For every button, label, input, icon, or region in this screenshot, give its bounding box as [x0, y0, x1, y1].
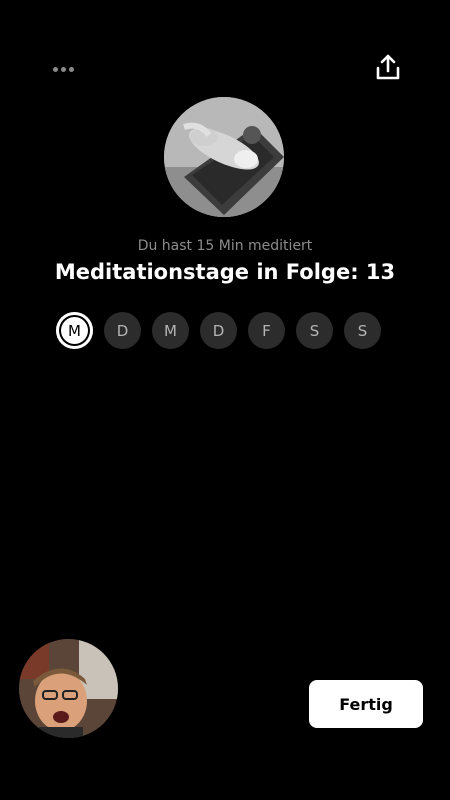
share-button[interactable]: [372, 52, 404, 84]
day-circle-sat: S: [296, 312, 333, 349]
streak-title: Meditationstage in Folge: 13: [54, 260, 396, 284]
user-photo-image: [19, 639, 118, 738]
day-circle-fri: F: [248, 312, 285, 349]
day-circle-sun: S: [344, 312, 381, 349]
day-circle-thu: D: [200, 312, 237, 349]
meditation-duration-text: Du hast 15 Min meditiert: [137, 238, 313, 254]
dog-photo-image: [164, 97, 284, 217]
day-circle-tue: D: [104, 312, 141, 349]
user-avatar[interactable]: [19, 639, 118, 738]
done-button[interactable]: Fertig: [309, 680, 423, 728]
day-circle-mon: M: [56, 312, 93, 349]
share-icon: [376, 54, 400, 80]
session-photo: [164, 97, 284, 217]
week-days-row: M D M D F S S: [56, 312, 381, 349]
more-dot: [68, 66, 74, 72]
day-circle-wed: M: [152, 312, 189, 349]
more-dot: [60, 66, 66, 72]
more-options-button[interactable]: [48, 58, 78, 80]
more-dot: [52, 66, 58, 72]
